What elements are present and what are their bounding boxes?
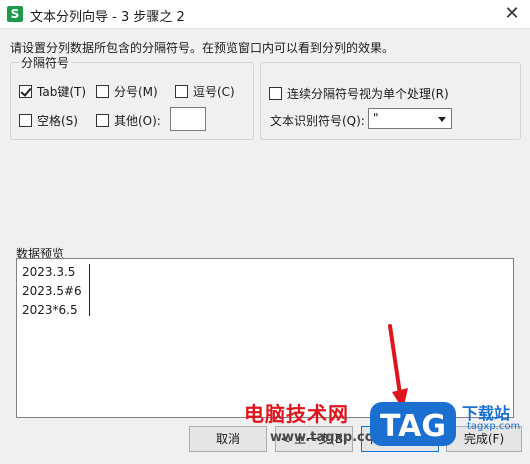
- tab-checkbox[interactable]: Tab键(T): [19, 83, 86, 100]
- other-delimiter-input[interactable]: [170, 107, 206, 131]
- semicolon-checkbox[interactable]: 分号(M): [96, 83, 158, 100]
- semicolon-checkbox-box[interactable]: [96, 85, 109, 98]
- consecutive-delimiters-checkbox[interactable]: 连续分隔符号视为单个处理(R): [269, 85, 449, 102]
- comma-checkbox-box[interactable]: [175, 85, 188, 98]
- semicolon-checkbox-label: 分号(M): [114, 85, 158, 99]
- preview-row: 2023.3.5: [22, 265, 76, 279]
- comma-checkbox[interactable]: 逗号(C): [175, 83, 235, 100]
- other-checkbox-box[interactable]: [96, 114, 109, 127]
- delimiters-legend: 分隔符号: [19, 54, 72, 71]
- space-checkbox[interactable]: 空格(S): [19, 112, 78, 129]
- window-title: 文本分列向导 - 3 步骤之 2: [30, 10, 185, 25]
- consecutive-checkbox-label: 连续分隔符号视为单个处理(R): [287, 87, 449, 101]
- consecutive-checkbox-box[interactable]: [269, 87, 282, 100]
- tag-logo-icon: TAG: [370, 402, 456, 446]
- title-bar: S 文本分列向导 - 3 步骤之 2 ✕: [0, 0, 530, 29]
- space-checkbox-label: 空格(S): [37, 114, 78, 128]
- preview-row: 2023*6.5: [22, 303, 78, 317]
- tab-checkbox-label: Tab键(T): [37, 85, 87, 99]
- check-icon: [20, 85, 32, 97]
- watermark-logo-side-sub: tagxp.com: [467, 421, 521, 432]
- tab-checkbox-box[interactable]: [19, 85, 32, 98]
- comma-checkbox-label: 逗号(C): [193, 85, 235, 99]
- text-qualifier-select[interactable]: ": [368, 108, 452, 129]
- data-preview-pane[interactable]: 2023.3.5 2023.5#6 2023*6.5: [16, 258, 514, 418]
- cancel-button[interactable]: 取消: [189, 426, 267, 452]
- text-qualifier-value: ": [373, 111, 379, 125]
- tag-logo-text: TAG: [380, 409, 446, 444]
- preview-row: 2023.5#6: [22, 284, 82, 298]
- text-qualifier-label: 文本识别符号(Q):: [270, 114, 365, 128]
- column-break-line[interactable]: [89, 264, 90, 316]
- other-checkbox-label: 其他(O):: [114, 114, 161, 128]
- other-checkbox[interactable]: 其他(O):: [96, 112, 161, 129]
- close-button[interactable]: ✕: [494, 0, 530, 28]
- dropdown-arrow-icon[interactable]: [438, 117, 446, 122]
- app-logo-icon: S: [7, 6, 23, 22]
- watermark-site-name: 电脑技术网: [244, 402, 349, 426]
- space-checkbox-box[interactable]: [19, 114, 32, 127]
